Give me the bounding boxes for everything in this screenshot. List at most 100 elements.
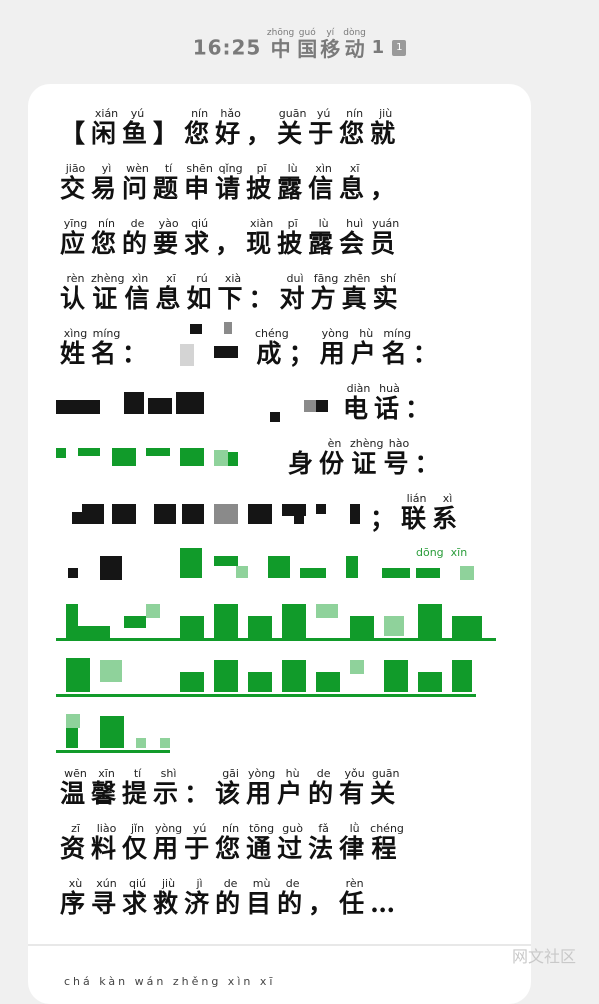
hanzi-char: 示shì: [153, 767, 185, 808]
hanzi-char: 您nín: [91, 217, 123, 258]
hanzi-char: 的de: [122, 217, 154, 258]
hanzi-char: 电diàn: [343, 382, 375, 423]
hanzi-char: 披pī: [246, 162, 278, 203]
hanzi-char: 证zhèng: [91, 272, 125, 313]
hanzi-char: 对duì: [279, 272, 311, 313]
message-line-2: 交jiāo易yì问wèn题tí申shēn请qǐng披pī露lù信xìn息xī，: [60, 162, 401, 203]
hanzi-char: 中zhōng: [266, 28, 295, 61]
status-bar: 16:25 中zhōng国guó移yí动dòng 1 1: [0, 28, 599, 62]
hanzi-char: 信xìn: [308, 162, 340, 203]
message-line-1: 【闲xián鱼yú】您nín好hǎo，关guān于yú您nín就jiù: [60, 107, 402, 148]
hanzi-char: 真zhēn: [341, 272, 373, 313]
hanzi-char: 方fāng: [310, 272, 342, 313]
hanzi-char: 的de: [215, 877, 247, 918]
redacted-partial-pinyin: dōng xīn: [416, 546, 468, 559]
hanzi-char: 】: [153, 119, 185, 148]
hanzi-char: 动dòng: [343, 28, 366, 61]
hanzi-char: 会huì: [339, 217, 371, 258]
hanzi-char: 要yào: [153, 217, 185, 258]
sim-indicator: 1: [371, 37, 385, 58]
hanzi-char: 名míng: [381, 327, 413, 368]
hanzi-char: 成chéng: [255, 327, 289, 368]
hanzi-char: 信xìn: [124, 272, 156, 313]
hanzi-char: 证zhèng: [350, 437, 384, 478]
hanzi-char: 您nín: [339, 107, 371, 148]
hanzi-char: 就jiù: [370, 107, 402, 148]
hanzi-char: 户hù: [350, 327, 382, 368]
hanzi-char: 馨xīn: [91, 767, 123, 808]
message-line-4: 认rèn证zhèng信xìn息xī如rú下xià：对duì方fāng真zhēn实…: [60, 272, 404, 313]
message-line-3: 应yīng您nín的de要yào求qiú，现xiàn披pī露lù会huì员yuá…: [60, 217, 402, 258]
hanzi-char: 身: [288, 449, 320, 478]
hanzi-char: 露lù: [308, 217, 340, 258]
hanzi-char: 仅jǐn: [122, 822, 154, 863]
hanzi-char: 户hù: [277, 767, 309, 808]
hanzi-char: ：: [184, 779, 216, 808]
hanzi-char: 您nín: [215, 822, 247, 863]
hanzi-char: 问wèn: [122, 162, 154, 203]
hanzi-char: 易yì: [91, 162, 123, 203]
hanzi-char: 用yòng: [153, 822, 185, 863]
hanzi-char: ：: [412, 339, 444, 368]
hanzi-char: 关guān: [370, 767, 402, 808]
hanzi-char: 请qǐng: [215, 162, 247, 203]
hanzi-char: 用yòng: [319, 327, 351, 368]
hanzi-char: ，: [246, 119, 278, 148]
hanzi-char: 联lián: [401, 492, 433, 533]
hanzi-char: 法fǎ: [308, 822, 340, 863]
hanzi-char: 实shí: [372, 272, 404, 313]
hanzi-char: ：: [405, 394, 437, 423]
message-line-7-id-label: 身份èn证zhèng号hào：: [288, 437, 446, 478]
hanzi-char: 通tōng: [246, 822, 278, 863]
hanzi-char: 应yīng: [60, 217, 92, 258]
message-line-8-contact-label: ；联lián系xì: [370, 492, 464, 533]
hanzi-char: 过guò: [277, 822, 309, 863]
hanzi-char: 关guān: [277, 107, 309, 148]
hanzi-char: 提tí: [122, 767, 154, 808]
sim-badge-icon: 1: [392, 39, 407, 56]
hanzi-char: ，: [215, 229, 247, 258]
hanzi-char: 求qiú: [122, 877, 154, 918]
hanzi-char: 现xiàn: [246, 217, 278, 258]
hanzi-char: 鱼yú: [122, 107, 154, 148]
hanzi-char: 名míng: [91, 327, 123, 368]
hanzi-char: 您nín: [184, 107, 216, 148]
hanzi-char: 息xī: [339, 162, 371, 203]
hanzi-char: 求qiú: [184, 217, 216, 258]
hanzi-char: 于yú: [308, 107, 340, 148]
hanzi-char: 闲xián: [91, 107, 123, 148]
hanzi-char: ，: [308, 889, 340, 918]
message-line-5-username-label: 成chéng；用yòng户hù名míng：: [255, 327, 444, 368]
hanzi-char: 的de: [277, 877, 309, 918]
hanzi-char: 号hào: [383, 437, 415, 478]
hanzi-char: 济jì: [184, 877, 216, 918]
carrier-name: 中zhōng国guó移yí动dòng: [266, 28, 366, 61]
hanzi-char: 【: [60, 119, 92, 148]
hanzi-char: ；: [370, 504, 402, 533]
hanzi-char: 救jiù: [153, 877, 185, 918]
hanzi-char: 系xì: [432, 492, 464, 533]
hanzi-char: 目mù: [246, 877, 278, 918]
hanzi-char: 话huà: [374, 382, 406, 423]
hanzi-char: …: [370, 889, 402, 918]
hanzi-char: 份èn: [319, 437, 351, 478]
hanzi-char: 用yòng: [246, 767, 278, 808]
hanzi-char: 该gāi: [215, 767, 247, 808]
hanzi-char: 露lù: [277, 162, 309, 203]
hanzi-char: 下xià: [217, 272, 249, 313]
watermark-text: 网文社区: [512, 947, 577, 966]
hanzi-char: 息xī: [155, 272, 187, 313]
next-message-peek: chá kàn wán zhěng xìn xī: [64, 975, 276, 988]
hanzi-char: 移yí: [320, 28, 341, 61]
message-line-13: 资zī料liào仅jǐn用yòng于yú您nín通tōng过guò法fǎ律lǜ程…: [60, 822, 404, 863]
hanzi-char: 题tí: [153, 162, 185, 203]
hanzi-char: 程chéng: [370, 822, 404, 863]
hanzi-char: ；: [288, 339, 320, 368]
message-line-6-phone-label: 电diàn话huà：: [343, 382, 437, 423]
message-line-5-name-label: 姓xìng名míng：: [60, 327, 153, 368]
hanzi-char: 姓xìng: [60, 327, 92, 368]
hanzi-char: 好hǎo: [215, 107, 247, 148]
hanzi-char: 的de: [308, 767, 340, 808]
hanzi-char: 员yuán: [370, 217, 402, 258]
hanzi-char: 料liào: [91, 822, 123, 863]
